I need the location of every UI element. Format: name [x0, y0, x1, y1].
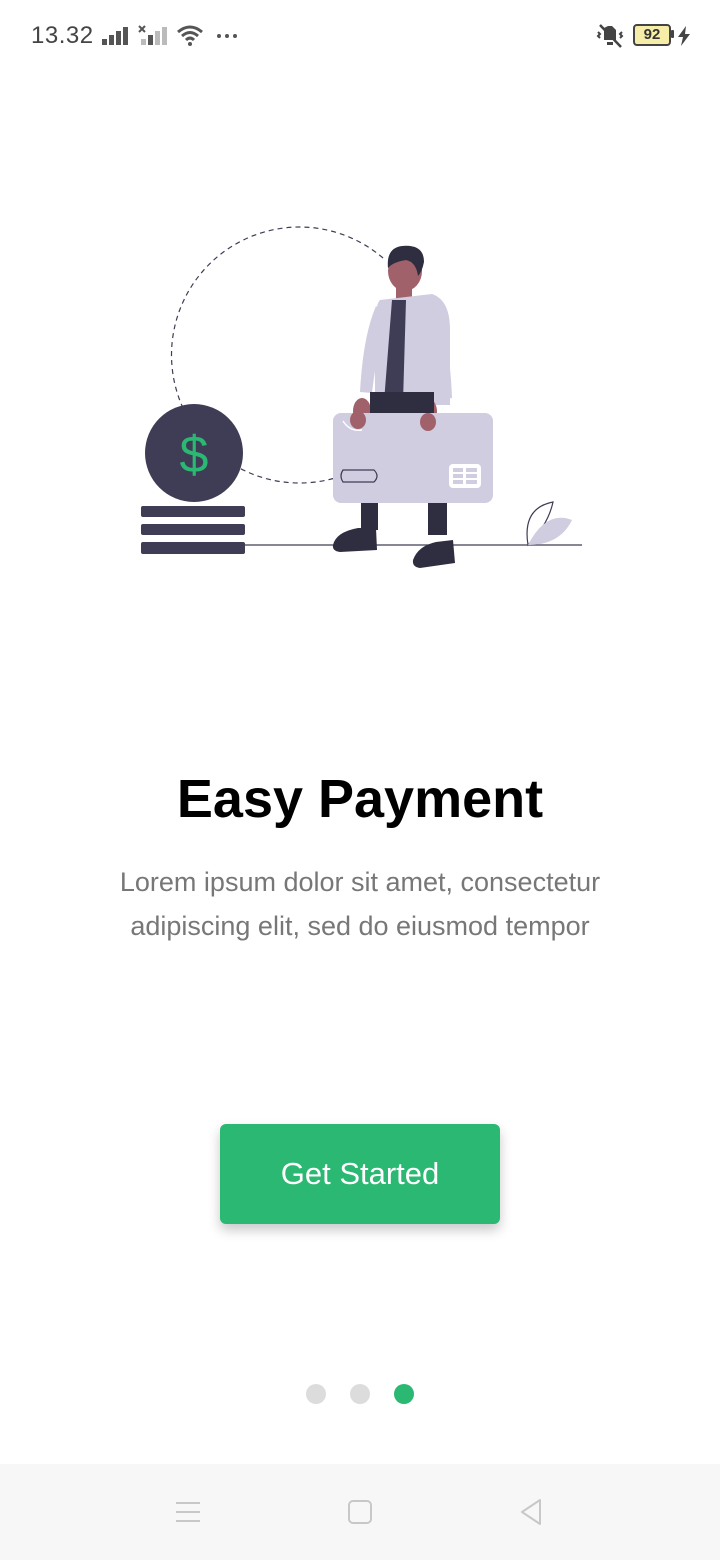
home-button[interactable] — [340, 1492, 380, 1532]
back-button[interactable] — [511, 1492, 551, 1532]
page-dot-3-active[interactable] — [394, 1384, 414, 1404]
battery-level: 92 — [643, 26, 661, 43]
vibrate-mute-icon — [596, 24, 624, 48]
status-time: 13.32 — [31, 22, 94, 49]
signal-icon — [102, 27, 128, 45]
more-notifications-icon — [217, 34, 237, 38]
battery-icon: 92 — [633, 24, 674, 46]
svg-text:$: $ — [180, 426, 209, 484]
wifi-icon — [177, 25, 203, 46]
coin-stack — [141, 506, 245, 554]
menu-icon — [176, 1502, 200, 1522]
payment-illustration: $ — [141, 226, 582, 568]
page-indicator — [306, 1384, 414, 1404]
leaf-plant-icon — [526, 501, 572, 547]
back-icon — [521, 1499, 541, 1525]
dollar-coin-icon: $ — [145, 404, 243, 502]
signal-no-sim-icon — [138, 25, 167, 45]
page-dot-1[interactable] — [306, 1384, 326, 1404]
system-nav-bar — [0, 1464, 720, 1560]
status-bar: 13.32 92 — [0, 0, 720, 72]
page-dot-2[interactable] — [350, 1384, 370, 1404]
charging-icon — [678, 26, 690, 46]
get-started-button[interactable]: Get Started — [220, 1124, 500, 1224]
onboarding-description: Lorem ipsum dolor sit amet, consectetur … — [119, 867, 601, 941]
menu-button[interactable] — [168, 1492, 208, 1532]
onboarding-title: Easy Payment — [176, 769, 544, 829]
person-figure — [332, 245, 455, 568]
home-icon — [348, 1500, 372, 1524]
